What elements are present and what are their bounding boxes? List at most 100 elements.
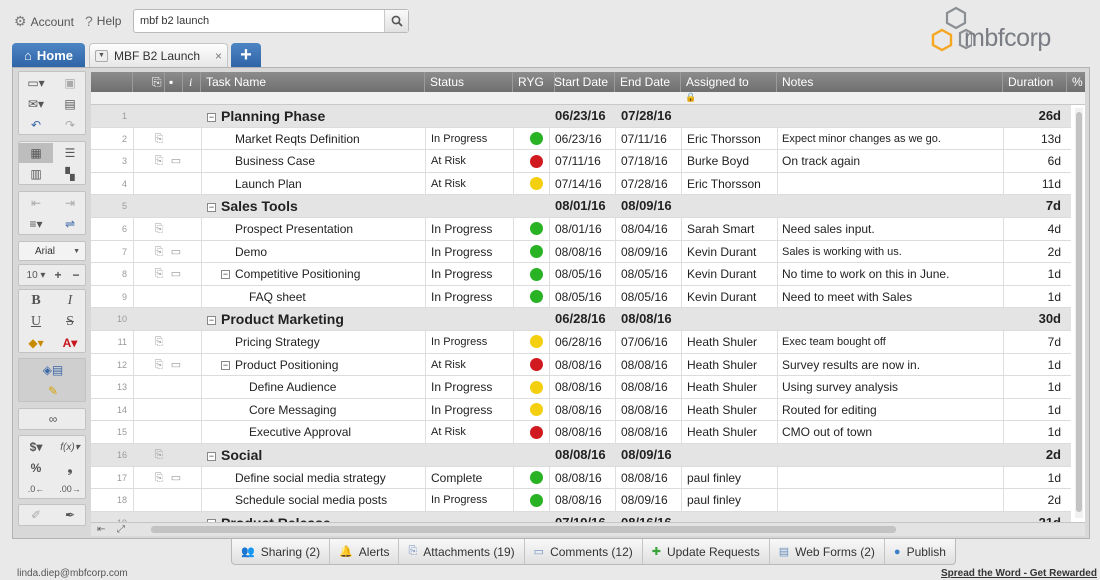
task-name-cell[interactable]: Market Reqts Definition xyxy=(207,128,425,150)
notes-cell[interactable]: Need sales input. xyxy=(782,218,1008,240)
assigned-to-cell[interactable]: Eric Thorsson xyxy=(687,173,779,195)
highlight-changes-icon[interactable]: ✎ xyxy=(27,381,79,401)
assigned-to-cell[interactable]: Kevin Durant xyxy=(687,263,779,285)
italic-icon[interactable]: I xyxy=(53,291,87,311)
table-row[interactable]: 17 ⎘ ▭ Define social media strategy Complete… xyxy=(91,467,1071,490)
bottom-tab-bell[interactable]: 🔔 Alerts xyxy=(330,539,400,564)
attachment-icon[interactable]: ⎘ xyxy=(152,150,166,172)
ryg-cell[interactable] xyxy=(519,489,553,511)
duration-cell[interactable]: 2d xyxy=(1009,241,1061,263)
start-date-cell[interactable]: 08/08/16 xyxy=(555,489,619,511)
grid-view-icon[interactable]: ▦ xyxy=(19,143,53,163)
duration-cell[interactable]: 1d xyxy=(1009,421,1061,443)
bottom-tab-people[interactable]: 👥 Sharing (2) xyxy=(232,539,331,564)
duration-cell[interactable]: 30d xyxy=(1009,308,1061,330)
align-icon[interactable]: ≡▾ xyxy=(19,214,53,234)
search-button[interactable] xyxy=(384,10,408,32)
table-row[interactable]: 14 Core Messaging In Progress 08/08/16 08/08… xyxy=(91,399,1071,422)
notes-cell[interactable] xyxy=(782,467,1008,489)
end-date-cell[interactable]: 08/08/16 xyxy=(621,376,685,398)
collapse-toggle-icon[interactable]: − xyxy=(221,360,230,370)
status-cell[interactable] xyxy=(431,105,551,127)
summary-row[interactable]: 5 − Sales Tools 08/01/16 08/09/16 7d xyxy=(91,195,1071,218)
new-icon[interactable]: ▭▾ xyxy=(19,73,53,93)
notes-cell[interactable]: Sales is working with us. xyxy=(782,241,1008,263)
start-date-cell[interactable]: 07/11/16 xyxy=(555,150,619,172)
column-header-assigned[interactable]: Assigned to xyxy=(681,72,777,92)
status-cell[interactable] xyxy=(431,444,551,466)
table-row[interactable]: 2 ⎘ Market Reqts Definition In Progress 06/2… xyxy=(91,128,1071,151)
horizontal-scroll-thumb[interactable] xyxy=(151,526,896,533)
duration-cell[interactable]: 7d xyxy=(1009,195,1061,217)
column-header-percent[interactable]: % xyxy=(1067,72,1085,92)
card-view-icon[interactable]: ▚ xyxy=(53,164,87,184)
start-date-cell[interactable]: 07/14/16 xyxy=(555,173,619,195)
end-date-cell[interactable]: 08/08/16 xyxy=(621,354,685,376)
attachment-icon[interactable]: ⎘ xyxy=(152,331,166,353)
end-date-cell[interactable]: 08/08/16 xyxy=(621,399,685,421)
hyperlink-icon[interactable]: ∞ xyxy=(36,409,70,429)
assigned-to-cell[interactable]: paul finley xyxy=(687,467,779,489)
end-date-cell[interactable]: 08/09/16 xyxy=(621,195,685,217)
end-date-cell[interactable]: 07/18/16 xyxy=(621,150,685,172)
table-row[interactable]: 9 FAQ sheet In Progress 08/05/16 08/05/16 Kev… xyxy=(91,286,1071,309)
summary-row[interactable]: 1 − Planning Phase 06/23/16 07/28/16 26d xyxy=(91,105,1071,128)
thousands-separator-icon[interactable]: ❟ xyxy=(53,458,87,478)
end-date-cell[interactable]: 07/06/16 xyxy=(621,331,685,353)
attachment-icon[interactable]: ⎘ xyxy=(152,241,166,263)
attachment-icon[interactable]: ⎘ xyxy=(152,444,166,466)
undo-icon[interactable]: ↶ xyxy=(19,115,53,135)
ryg-cell[interactable] xyxy=(519,150,553,172)
duration-cell[interactable]: 2d xyxy=(1009,444,1061,466)
start-date-cell[interactable]: 08/08/16 xyxy=(555,241,619,263)
close-icon[interactable]: × xyxy=(215,49,222,63)
task-name-cell[interactable]: − Social xyxy=(207,444,425,466)
task-name-cell[interactable]: − Competitive Positioning xyxy=(207,263,425,285)
increase-decimal-icon[interactable]: .00→ xyxy=(53,479,87,499)
collapse-toggle-icon[interactable]: − xyxy=(207,112,216,122)
duration-cell[interactable]: 13d xyxy=(1009,128,1061,150)
decrease-decimal-icon[interactable]: .0← xyxy=(19,479,53,499)
table-row[interactable]: 18 Schedule social media posts In Progress… xyxy=(91,489,1071,512)
start-date-cell[interactable]: 08/08/16 xyxy=(555,376,619,398)
attachment-icon[interactable]: ⎘ xyxy=(152,218,166,240)
summary-row[interactable]: 10 − Product Marketing 06/28/16 08/08/16 30d xyxy=(91,308,1071,331)
save-icon[interactable]: ▣ xyxy=(53,73,87,93)
task-name-cell[interactable]: Define social media strategy xyxy=(207,467,425,489)
attachment-icon[interactable]: ⎘ xyxy=(152,354,166,376)
end-date-cell[interactable]: 07/28/16 xyxy=(621,105,685,127)
duration-cell[interactable]: 11d xyxy=(1009,173,1061,195)
tab-dropdown-icon[interactable]: ▼ xyxy=(95,49,108,62)
ryg-cell[interactable] xyxy=(519,467,553,489)
start-date-cell[interactable]: 08/01/16 xyxy=(555,195,619,217)
search-input[interactable] xyxy=(134,10,384,32)
status-cell[interactable] xyxy=(431,308,551,330)
expand-icon[interactable]: ⤢ xyxy=(117,523,125,536)
task-name-cell[interactable]: Schedule social media posts xyxy=(207,489,425,511)
task-name-cell[interactable]: Demo xyxy=(207,241,425,263)
comment-icon[interactable]: ▭ xyxy=(169,467,183,489)
duration-cell[interactable]: 7d xyxy=(1009,331,1061,353)
increase-font-icon[interactable]: + xyxy=(49,265,67,285)
notes-cell[interactable]: Expect minor changes as we go. xyxy=(782,128,1008,150)
help-link[interactable]: ? Help xyxy=(85,13,121,29)
notes-cell[interactable]: No time to work on this in June. xyxy=(782,263,1008,285)
ryg-cell[interactable] xyxy=(519,399,553,421)
end-date-cell[interactable]: 08/04/16 xyxy=(621,218,685,240)
duration-cell[interactable]: 1d xyxy=(1009,286,1061,308)
task-name-cell[interactable]: − Planning Phase xyxy=(207,105,425,127)
formula-icon[interactable]: f(x)▾ xyxy=(53,437,87,457)
notes-cell[interactable] xyxy=(782,195,1008,217)
start-date-cell[interactable]: 08/08/16 xyxy=(555,421,619,443)
redo-icon[interactable]: ↷ xyxy=(53,115,87,135)
decrease-font-icon[interactable]: − xyxy=(67,265,85,285)
ryg-cell[interactable] xyxy=(519,331,553,353)
assigned-to-cell[interactable]: Heath Shuler xyxy=(687,376,779,398)
end-date-cell[interactable]: 08/05/16 xyxy=(621,286,685,308)
table-row[interactable]: 7 ⎘ ▭ Demo In Progress 08/08/16 08/09/16 Kevin … xyxy=(91,241,1071,264)
print-icon[interactable]: ▤ xyxy=(53,94,87,114)
start-date-cell[interactable]: 08/08/16 xyxy=(555,467,619,489)
notes-cell[interactable] xyxy=(782,308,1008,330)
notes-cell[interactable] xyxy=(782,489,1008,511)
ryg-cell[interactable] xyxy=(519,241,553,263)
